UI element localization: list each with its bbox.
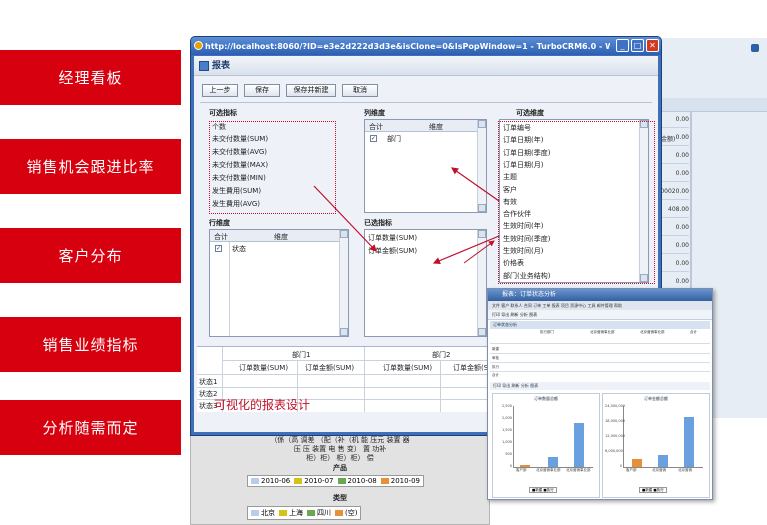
legend-label: 2010-07	[304, 477, 334, 485]
x-label: 北京营销	[652, 468, 666, 472]
tick-label: 0	[619, 464, 622, 468]
legend-item: 2010-08	[337, 477, 377, 485]
chart-bar	[548, 457, 558, 467]
grid-header: 北京营销事业部	[640, 330, 665, 334]
maximize-button[interactable]: □	[631, 39, 644, 52]
minimize-button[interactable]: _	[616, 39, 629, 52]
legend-label: 2010-08	[347, 477, 377, 485]
x-label: 北京营销事业部	[536, 468, 561, 472]
order-amount-chart: 订单金额总额 24,000,000 18,000,000 12,000,000 …	[602, 393, 710, 498]
chart-plot: 2,500 2,000 1,500 1,000 500 0 客户部 北京营销事业…	[502, 404, 593, 472]
dept2-header: 部门2	[432, 351, 451, 359]
legend-item: 2010-07	[294, 477, 334, 485]
arrow-metric-to-selected	[313, 185, 377, 252]
legend-label: 上海	[289, 509, 303, 517]
grid-header: 合计	[690, 330, 697, 334]
type-label: 类型	[333, 494, 347, 502]
x-label: 客户部	[516, 468, 527, 472]
inset-toolbar: 打印 导出 刷新 分析 图表	[488, 310, 712, 320]
dept1-header: 部门1	[292, 351, 311, 359]
legend-label: 2010-06	[261, 477, 291, 485]
chart-title: 订单数量总额	[534, 396, 558, 401]
visual-design-caption: 可视化的报表设计	[214, 398, 311, 412]
grid-row: 合计	[492, 373, 499, 377]
arrow-dim-to-row	[432, 235, 500, 265]
product-legend: 2010-06 2010-07 2010-08 2010-09	[247, 475, 424, 487]
tick-label: 1,000	[501, 440, 512, 444]
tick-label: 2,000	[501, 416, 512, 420]
type-legend: 北京 上海 四川 (空)	[247, 506, 362, 520]
tick-label: 500	[505, 452, 512, 456]
analysis-preview-window: 报表：订单状态分析 文件 客户 联系人 合同 订单 工单 报表 项目 资源中心 …	[487, 288, 713, 500]
inset-chart-toolbar: 打印 导出 刷新 分析 图表	[490, 382, 710, 390]
legend-item: 2010-09	[380, 477, 420, 485]
bg-category-labels-3: 柜）柜） 柜）柜） 偿	[306, 454, 374, 462]
chart-title: 订单金额总额	[644, 396, 668, 401]
menu-sales-kpi[interactable]: 销售业绩指标	[0, 317, 181, 372]
tick-label: 6,000,000	[605, 449, 623, 453]
chart-plot: 24,000,000 18,000,000 12,000,000 6,000,0…	[605, 404, 703, 472]
col-header: 订单金额(SUM)	[305, 364, 355, 372]
legend-item: 上海	[279, 508, 303, 518]
legend-label: 四川	[317, 509, 331, 517]
menu-on-demand-analysis[interactable]: 分析随需而定	[0, 400, 181, 455]
legend-label: 北京	[261, 509, 275, 517]
browser-icon	[194, 41, 203, 50]
grid-row: 审批	[492, 356, 499, 360]
grid-row: 新建	[492, 347, 499, 351]
tick-label: 18,000,000	[605, 419, 626, 423]
tick-label: 1,500	[501, 428, 512, 432]
menu-customer-distribution[interactable]: 客户分布	[0, 228, 181, 283]
row-header: 状态1	[199, 378, 218, 386]
app-icon	[751, 44, 759, 52]
tick-label: 24,000,000	[605, 404, 626, 408]
grid-header: 执行部门	[540, 330, 554, 334]
chart-bar	[574, 423, 584, 467]
col-header: 订单数量(SUM)	[239, 364, 289, 372]
window-titlebar: http://localhost:8060/?ID=e3e2d222d3d3e&…	[191, 37, 661, 55]
inset-menubar: 文件 客户 联系人 合同 订单 工单 报表 项目 资源中心 工具 邮件管理 帮助	[488, 301, 712, 310]
window-title: http://localhost:8060/?ID=e3e2d222d3d3e&…	[205, 41, 610, 51]
menu-opportunity-ratio[interactable]: 销售机会跟进比率	[0, 139, 181, 194]
legend-label: (空)	[345, 509, 358, 517]
chart-legend: ■新建 ■执行	[639, 487, 667, 493]
chart-bar	[632, 459, 642, 467]
x-label: 北京营销事业部	[566, 468, 591, 472]
inset-section-title: 订单状态分析	[490, 321, 710, 329]
grid-row: 执行	[492, 365, 499, 369]
chart-bar	[684, 417, 694, 467]
chart-bar	[520, 465, 530, 467]
x-label: 客户部	[626, 468, 637, 472]
legend-label: 2010-09	[390, 477, 420, 485]
inset-titlebar: 报表：订单状态分析	[488, 289, 712, 301]
tick-label: 12,000,000	[605, 434, 626, 438]
chart-bar	[658, 455, 668, 467]
legend-item: 北京	[251, 508, 275, 518]
chart-legend: ■新建 ■执行	[529, 487, 557, 493]
tick-label: 0	[509, 464, 512, 468]
tick-label: 2,500	[501, 404, 512, 408]
x-label: 北京营销	[678, 468, 692, 472]
product-label: 产品	[333, 464, 347, 472]
order-count-chart: 订单数量总额 2,500 2,000 1,500 1,000 500 0 客户部…	[492, 393, 600, 498]
menu-manager-dashboard[interactable]: 经理看板	[0, 50, 181, 105]
legend-item: 四川	[307, 508, 331, 518]
arrow-dim-to-column	[451, 167, 500, 202]
background-chart-window: （係（高 调差 （配（补（机 能 压元 装置 器 压 压 装置 电 售 变） 置…	[190, 430, 490, 525]
legend-item: (空)	[335, 508, 357, 518]
grid-header: 北京营销事业部	[590, 330, 615, 334]
col-header: 订单数量(SUM)	[383, 364, 433, 372]
legend-item: 2010-06	[251, 477, 290, 485]
inset-data-grid: 执行部门 北京营销事业部 北京营销事业部 合计 新建 审批 执行 合计	[490, 329, 710, 379]
close-button[interactable]: ✕	[646, 39, 659, 52]
slide: 经理看板 销售机会跟进比率 客户分布 销售业绩指标 分析随需而定 金额) 0.0…	[0, 0, 767, 525]
